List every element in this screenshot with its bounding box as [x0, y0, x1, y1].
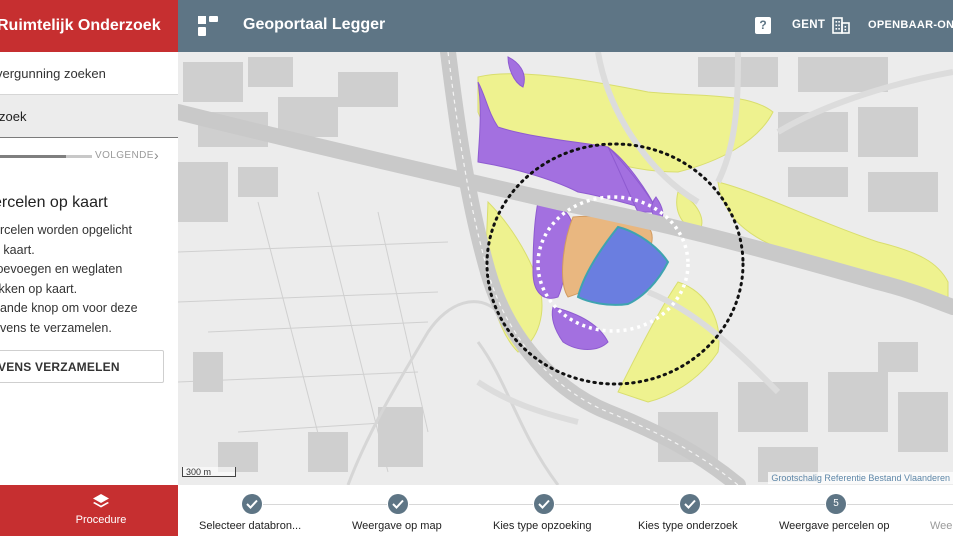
search-step-field[interactable]: zoek: [0, 95, 178, 138]
collect-data-button[interactable]: VENS VERZAMELEN: [0, 350, 164, 383]
step-2-check-icon[interactable]: [388, 494, 408, 514]
step-6-label[interactable]: Wee: [930, 520, 952, 532]
chevron-right-icon[interactable]: ›: [154, 147, 159, 163]
step-1-label[interactable]: Selecteer databron...: [199, 520, 301, 532]
panel-instructions: ercelen worden opgelicht p kaart. toevoe…: [0, 221, 178, 339]
map-scale: 300 m: [182, 467, 236, 477]
step-connector: [555, 504, 679, 505]
collect-data-label: VENS VERZAMELEN: [0, 359, 120, 374]
city-label[interactable]: GENT: [792, 19, 825, 31]
top-bar: Geoportaal Legger ? GENT OPENBAAR-ONDERZ: [178, 0, 953, 52]
step-2-label[interactable]: Weergave op map: [352, 520, 442, 532]
help-icon[interactable]: ?: [755, 17, 771, 34]
step-1-check-icon[interactable]: [242, 494, 262, 514]
progress-fill: [0, 155, 67, 158]
instruction-line: likken op kaart.: [0, 281, 78, 296]
sidebar: Ruimtelijk Onderzoek vergunning zoeken z…: [0, 0, 178, 536]
sidebar-title: Ruimtelijk Onderzoek: [0, 17, 161, 34]
mode-label[interactable]: OPENBAAR-ONDERZ: [868, 19, 953, 31]
step-3-check-icon[interactable]: [534, 494, 554, 514]
search-item[interactable]: vergunning zoeken: [0, 52, 178, 95]
instruction-line: aande knop om voor deze: [0, 301, 138, 316]
layers-icon: [93, 494, 109, 508]
app-grid-icon[interactable]: [197, 15, 219, 37]
step-connector: [263, 504, 387, 505]
progress-row: VOLGENDE ›: [0, 142, 178, 170]
map-canvas[interactable]: [178, 52, 953, 485]
step-4-label[interactable]: Kies type onderzoek: [638, 520, 738, 532]
app-title: Geoportaal Legger: [243, 16, 386, 33]
instruction-line: p kaart.: [0, 242, 35, 257]
map-view[interactable]: 300 m Grootschalig Referentie Bestand Vl…: [178, 52, 953, 485]
step-3-label[interactable]: Kies type opzoeking: [493, 520, 591, 532]
procedure-label: Procedure: [75, 514, 127, 526]
panel-title: ercelen op kaart: [0, 194, 108, 211]
step-connector: [847, 504, 953, 505]
step-5-number[interactable]: 5: [826, 494, 846, 514]
step-connector: [701, 504, 825, 505]
step-connector: [409, 504, 533, 505]
map-attribution[interactable]: Grootschalig Referentie Bestand Vlaander…: [768, 472, 953, 484]
procedure-button[interactable]: Procedure: [0, 485, 178, 536]
sidebar-header: Ruimtelijk Onderzoek: [0, 0, 178, 52]
search-step-label: zoek: [0, 108, 27, 124]
building-icon[interactable]: [832, 16, 850, 34]
instruction-line: evens te verzamelen.: [0, 320, 112, 335]
next-button[interactable]: VOLGENDE: [95, 150, 154, 161]
instruction-line: ercelen worden opgelicht: [0, 223, 132, 237]
stepper: Selecteer databron... Weergave op map Ki…: [178, 485, 953, 536]
search-item-label: vergunning zoeken: [0, 65, 106, 81]
step-4-check-icon[interactable]: [680, 494, 700, 514]
instruction-line: toevoegen en weglaten: [0, 262, 123, 277]
progress-track: [0, 155, 92, 158]
step-5-label[interactable]: Weergave percelen op: [779, 520, 889, 532]
